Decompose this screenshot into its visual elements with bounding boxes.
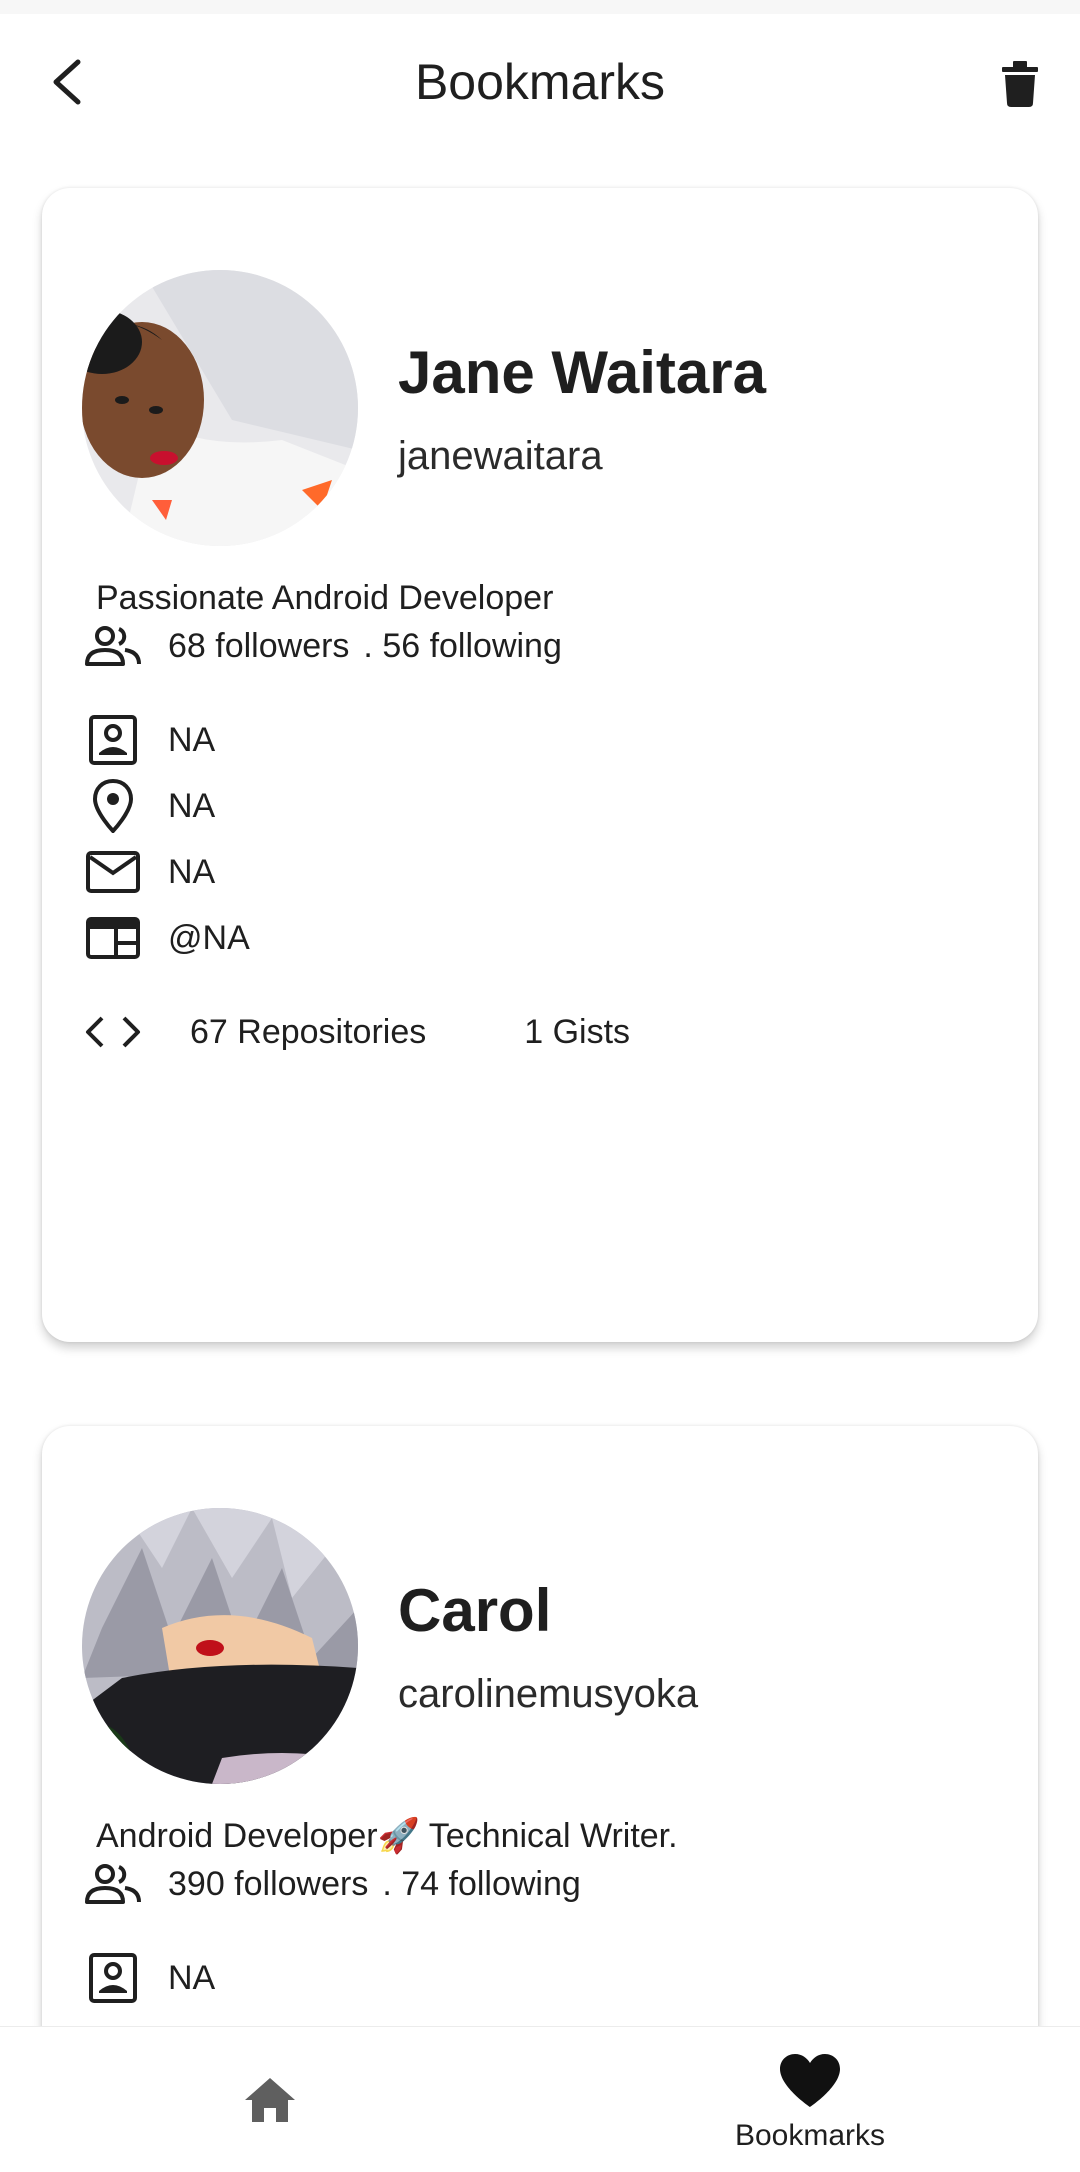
followers-count: 68 followers — [168, 626, 350, 665]
repo-row: 67 Repositories 1 Gists — [84, 1004, 630, 1060]
page-title: Bookmarks — [414, 54, 666, 110]
mail-icon — [86, 851, 140, 893]
email-text: NA — [168, 852, 216, 891]
top-app-bar: Bookmarks — [0, 14, 1080, 154]
user-bio: Android Developer🚀 Technical Writer. — [96, 1817, 678, 1855]
nav-bookmarks-label: Bookmarks — [734, 2119, 886, 2152]
status-bar — [0, 0, 1080, 14]
trash-icon — [1002, 61, 1038, 107]
company-row: NA — [84, 1950, 215, 2006]
followers-count: 390 followers — [168, 1864, 369, 1903]
location-text: NA — [168, 786, 216, 825]
repositories-count: 67 Repositories — [190, 1012, 427, 1051]
company-row: NA — [84, 712, 215, 768]
nav-bookmarks[interactable]: Bookmarks — [700, 2027, 920, 2172]
location-row: NA — [84, 778, 215, 834]
followers-row: 68 followers . 56 following — [84, 618, 562, 674]
bottom-navigation: Bookmarks — [0, 2026, 1080, 2172]
home-icon — [245, 2078, 295, 2122]
following-count: . 56 following — [363, 626, 562, 665]
heart-icon — [780, 2054, 840, 2107]
following-count: . 74 following — [382, 1864, 581, 1903]
twitter-row: @NA — [84, 910, 250, 966]
contact-card-icon — [89, 715, 137, 765]
location-pin-icon — [93, 779, 133, 833]
user-name: Carol — [398, 1577, 552, 1644]
web-layout-icon — [86, 917, 140, 959]
email-row: NA — [84, 844, 215, 900]
user-name: Jane Waitara — [398, 339, 766, 406]
company-text: NA — [168, 1958, 216, 1997]
twitter-text: @NA — [168, 918, 250, 957]
company-text: NA — [168, 720, 216, 759]
followers-row: 390 followers . 74 following — [84, 1856, 581, 1912]
user-login: janewaitara — [398, 434, 603, 478]
nav-home[interactable] — [200, 2027, 340, 2172]
user-bio: Passionate Android Developer — [96, 579, 554, 617]
bookmark-card[interactable]: Jane Waitara janewaitara Passionate Andr… — [42, 188, 1038, 1342]
gists-count: 1 Gists — [524, 1012, 631, 1051]
delete-all-button[interactable] — [990, 54, 1050, 114]
user-login: carolinemusyoka — [398, 1672, 699, 1716]
people-icon — [85, 1864, 141, 1904]
code-icon — [86, 1016, 140, 1048]
contact-card-icon — [89, 1953, 137, 2003]
avatar — [82, 1508, 358, 1784]
avatar — [82, 270, 358, 546]
people-icon — [85, 626, 141, 666]
